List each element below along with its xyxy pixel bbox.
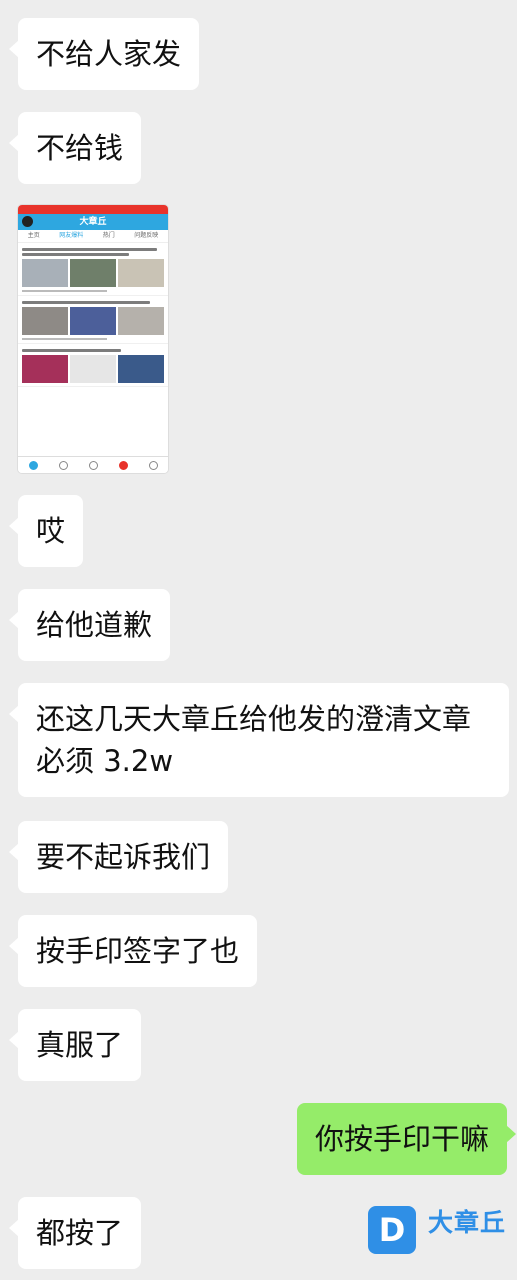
app-bottom-nav <box>18 456 168 473</box>
message-bubble[interactable]: 哎 <box>8 495 84 567</box>
message-bubble[interactable]: 真服了 <box>8 1009 142 1081</box>
message-bubble[interactable]: 还这几天大章丘给他发的澄清文章 必须 3.2w <box>9 683 509 797</box>
message-image-screenshot[interactable]: 大章丘 主页 网友爆料 热门 问题反映 <box>18 205 168 473</box>
message-bubble[interactable]: 按手印签字了也 <box>8 915 258 987</box>
app-tabs: 主页 网友爆料 热门 问题反映 <box>18 230 168 243</box>
message-text: 按手印签字了也 <box>36 934 240 968</box>
message-text: 真服了 <box>36 1028 124 1062</box>
tab-home: 主页 <box>27 232 40 239</box>
status-bar <box>18 205 168 214</box>
message-bubble[interactable]: 给他道歉 <box>8 589 171 661</box>
message-text: 你按手印干嘛 <box>314 1122 489 1156</box>
watermark-subtext <box>428 1240 506 1248</box>
message-text: 给他道歉 <box>36 608 153 642</box>
message-text-line: 还这几天大章丘给他发的澄清文章 <box>36 702 472 736</box>
list-item <box>18 296 168 344</box>
message-bubble[interactable]: 要不起诉我们 <box>8 821 229 893</box>
watermark: D 大章丘 <box>368 1206 508 1256</box>
message-bubble[interactable]: 都按了 <box>8 1197 142 1269</box>
message-text-line: 必须 3.2w <box>36 744 174 778</box>
message-text: 要不起诉我们 <box>36 840 211 874</box>
tab-news: 网友爆料 <box>59 232 84 239</box>
tab-issues: 问题反映 <box>134 232 159 239</box>
app-header: 大章丘 <box>18 214 168 230</box>
message-text: 哎 <box>36 514 66 548</box>
message-text: 不给钱 <box>36 131 124 165</box>
watermark-logo-icon: D <box>368 1206 416 1254</box>
message-text: 都按了 <box>36 1216 124 1250</box>
tab-hot: 热门 <box>102 232 115 239</box>
message-bubble[interactable]: 你按手印干嘛 <box>296 1103 517 1175</box>
list-item <box>18 344 168 387</box>
watermark-brand: 大章丘 <box>428 1208 507 1237</box>
message-bubble[interactable]: 不给钱 <box>8 112 142 184</box>
message-text: 不给人家发 <box>36 37 182 71</box>
app-title: 大章丘 <box>79 217 107 227</box>
list-item <box>18 243 168 296</box>
message-bubble[interactable]: 不给人家发 <box>8 18 200 90</box>
